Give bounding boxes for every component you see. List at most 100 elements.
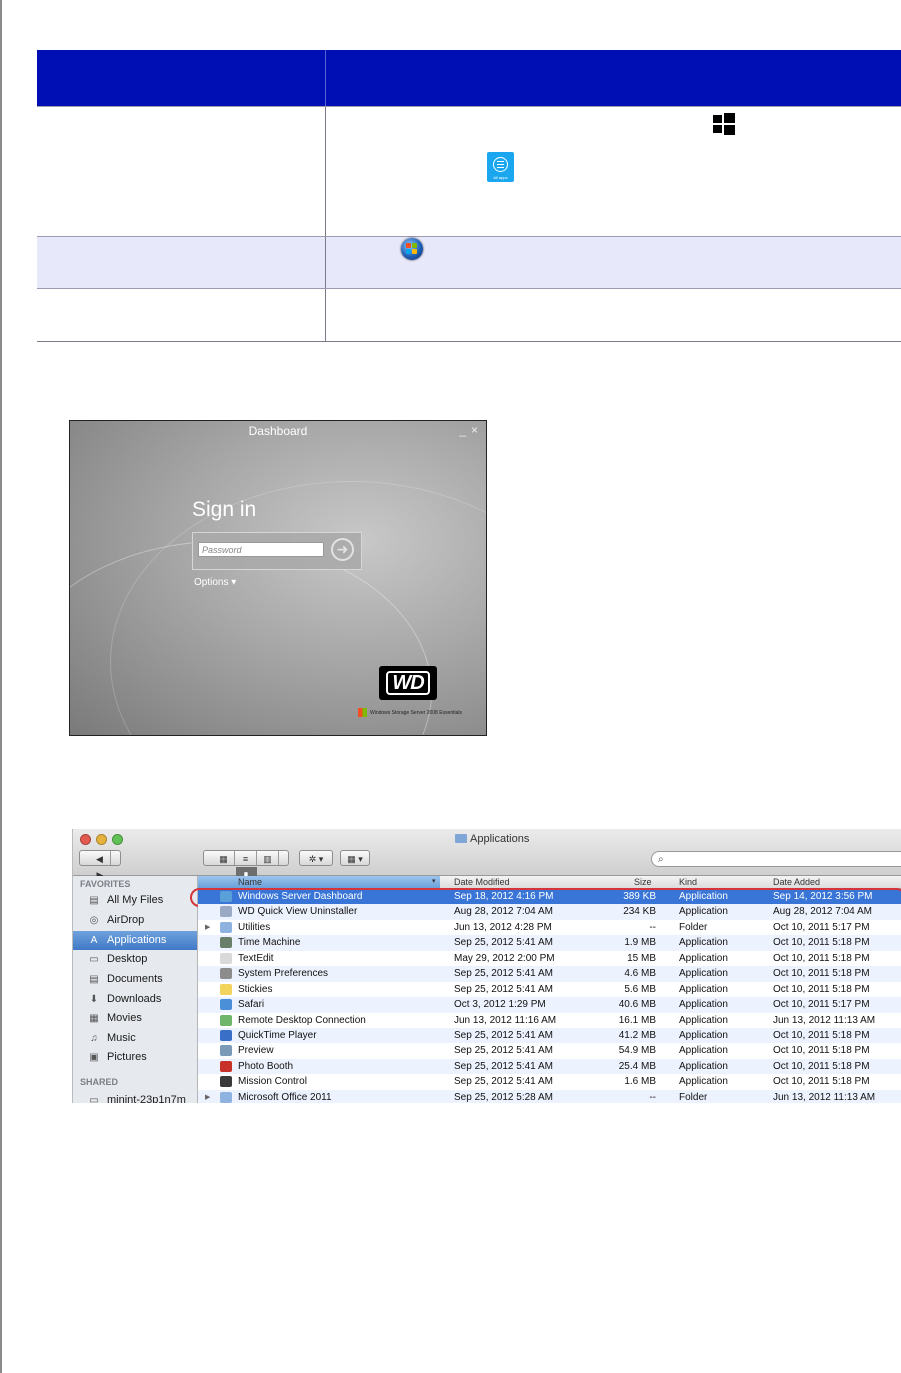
sidebar-item-music[interactable]: ♫ Music — [73, 1029, 197, 1048]
table-row[interactable]: Stickies Sep 25, 2012 5:41 AM 5.6 MB Applic… — [198, 982, 901, 997]
column-header-kind[interactable]: Kind — [679, 876, 697, 888]
icon-view-button[interactable]: ▦ — [213, 851, 235, 865]
sidebar-item-pictures[interactable]: ▣ Pictures — [73, 1048, 197, 1067]
action-menu-button[interactable]: ✲ ▾ — [299, 850, 333, 866]
file-size: 4.6 MB — [624, 968, 656, 980]
table-row: All apps — [37, 106, 901, 236]
sidebar-item-airdrop[interactable]: ◎ AirDrop — [73, 911, 197, 930]
column-view-button[interactable]: ▥ — [257, 851, 279, 865]
airdrop-icon: ◎ — [89, 915, 99, 926]
app-icon — [220, 1045, 232, 1057]
list-view-button[interactable]: ≡ — [235, 851, 257, 865]
arrange-menu-button[interactable]: ▦ ▾ — [340, 850, 370, 866]
windows-7-start-orb-icon — [401, 238, 423, 260]
search-input[interactable]: ⌕ — [651, 851, 901, 867]
password-field[interactable]: Password — [198, 542, 324, 557]
app-icon — [220, 891, 232, 902]
password-panel: Password ➜ — [192, 532, 362, 570]
file-kind: Application — [679, 891, 728, 902]
table-row[interactable]: QuickTime Player Sep 25, 2012 5:41 AM 41.2… — [198, 1027, 901, 1044]
table-row[interactable]: Remote Desktop Connection Jun 13, 2012 11… — [198, 1013, 901, 1028]
file-name: Photo Booth — [238, 1060, 294, 1072]
view-mode-control[interactable]: ▦ ≡ ▥▮ — [203, 850, 289, 881]
sidebar-item-label: AirDrop — [107, 914, 145, 926]
file-name: Remote Desktop Connection — [238, 1014, 366, 1026]
sidebar-item-movies[interactable]: ▦ Movies — [73, 1009, 197, 1028]
sidebar-item-downloads[interactable]: ⬇ Downloads — [73, 990, 197, 1009]
date-modified: Sep 25, 2012 5:41 AM — [454, 983, 553, 995]
finder-window: Applications ◀▶ ▦ ≡ ▥▮ ✲ ▾ ▦ ▾ ⌕ FAVORITES… — [72, 829, 901, 1103]
disclosure-triangle-icon[interactable]: ▶ — [205, 921, 210, 935]
options-dropdown[interactable]: Options ▾ — [194, 577, 236, 588]
column-header-size[interactable]: Size — [634, 876, 652, 888]
file-kind: Application — [679, 1076, 728, 1088]
file-size: 389 KB — [623, 891, 656, 902]
column-header-bar: Name ▾ Date Modified Size Kind Date Adde… — [198, 876, 901, 889]
back-forward-buttons[interactable]: ◀▶ — [79, 850, 121, 880]
table-row[interactable]: TextEdit May 29, 2012 2:00 PM 15 MB Applica… — [198, 951, 901, 966]
column-header-date-added[interactable]: Date Added — [773, 876, 820, 888]
sidebar-item-all-my-files[interactable]: ▤ All My Files — [73, 891, 197, 910]
file-kind: Application — [679, 968, 728, 980]
close-button[interactable]: × — [471, 423, 478, 437]
table-cell — [37, 289, 326, 341]
file-size: 1.6 MB — [624, 1076, 656, 1088]
sign-in-heading: Sign in — [192, 498, 257, 521]
sidebar-item-applications[interactable]: A Applications — [73, 931, 197, 950]
table-row[interactable]: Photo Booth Sep 25, 2012 5:41 AM 25.4 MB Ap… — [198, 1058, 901, 1075]
table-row[interactable]: Mission Control Sep 25, 2012 5:41 AM 1.6 M… — [198, 1074, 901, 1089]
wd-logo: WD — [379, 666, 437, 700]
table-row[interactable]: ▶ Utilities Jun 13, 2012 4:28 PM -- Folder Oc… — [198, 920, 901, 935]
table-row — [37, 288, 901, 342]
sidebar-item-shared-computer[interactable]: ▭ minint-23p1n7m — [73, 1091, 197, 1103]
file-size: 15 MB — [627, 952, 656, 964]
computer-icon: ▭ — [89, 1095, 99, 1103]
file-row-selected[interactable]: Windows Server Dashboard Sep 18, 2012 4:1… — [190, 888, 901, 907]
minimize-button[interactable] — [96, 834, 107, 845]
sign-in-arrow-button[interactable]: ➜ — [331, 538, 354, 561]
back-button[interactable]: ◀ — [90, 851, 111, 865]
downloads-icon: ⬇ — [89, 994, 99, 1005]
column-header-date-modified[interactable]: Date Modified — [454, 876, 510, 888]
close-button[interactable] — [80, 834, 91, 845]
table-row[interactable]: System Preferences Sep 25, 2012 5:41 AM 4.… — [198, 966, 901, 982]
column-header-name[interactable]: Name — [238, 876, 262, 888]
windows-flag-icon — [358, 708, 367, 717]
folder-icon — [455, 834, 467, 843]
zoom-button[interactable] — [112, 834, 123, 845]
file-size: -- — [649, 921, 656, 933]
date-added: Sep 14, 2012 3:56 PM — [773, 891, 873, 902]
file-name: Microsoft Office 2011 — [238, 1091, 332, 1103]
movies-icon: ▦ — [89, 1013, 99, 1024]
file-size: 40.6 MB — [618, 999, 656, 1011]
table-row[interactable]: ▶ Microsoft Office 2011 Sep 25, 2012 5:28 … — [198, 1089, 901, 1103]
table-row[interactable]: Safari Oct 3, 2012 1:29 PM 40.6 MB Applicat… — [198, 997, 901, 1013]
file-kind: Application — [679, 1029, 728, 1041]
sidebar-item-documents[interactable]: ▤ Documents — [73, 970, 197, 989]
table-row[interactable]: Preview Sep 25, 2012 5:41 AM 54.9 MB Applic… — [198, 1043, 901, 1058]
file-kind: Application — [679, 952, 728, 964]
windows-8-logo-icon — [713, 113, 735, 135]
windows-storage-server-logo: Windows Storage Server 2008 Essentials — [358, 708, 462, 717]
window-title: Applications — [455, 833, 529, 845]
table-header-col-1 — [37, 50, 326, 106]
file-size: 5.6 MB — [624, 983, 656, 995]
file-size: 234 KB — [623, 906, 656, 918]
date-modified: Sep 25, 2012 5:41 AM — [454, 968, 553, 980]
disclosure-triangle-icon[interactable]: ▶ — [205, 1091, 210, 1103]
files-icon: ▤ — [89, 895, 99, 906]
file-size: 16.1 MB — [618, 1014, 656, 1026]
table-cell — [326, 237, 901, 288]
date-added: Oct 10, 2011 5:18 PM — [773, 1029, 870, 1041]
sidebar-item-desktop[interactable]: ▭ Desktop — [73, 950, 197, 969]
app-icon — [220, 952, 232, 964]
search-icon: ⌕ — [658, 854, 664, 865]
table-row[interactable]: Time Machine Sep 25, 2012 5:41 AM 1.9 MB Ap… — [198, 935, 901, 951]
file-kind: Application — [679, 1045, 728, 1057]
date-modified: May 29, 2012 2:00 PM — [454, 952, 555, 964]
minimize-button[interactable]: _ — [459, 423, 466, 437]
shared-header: SHARED — [80, 1077, 119, 1087]
table-row[interactable]: WD Quick View Uninstaller Aug 28, 2012 7:… — [198, 904, 901, 920]
date-modified: Jun 13, 2012 4:28 PM — [454, 921, 552, 933]
file-kind: Application — [679, 937, 728, 949]
